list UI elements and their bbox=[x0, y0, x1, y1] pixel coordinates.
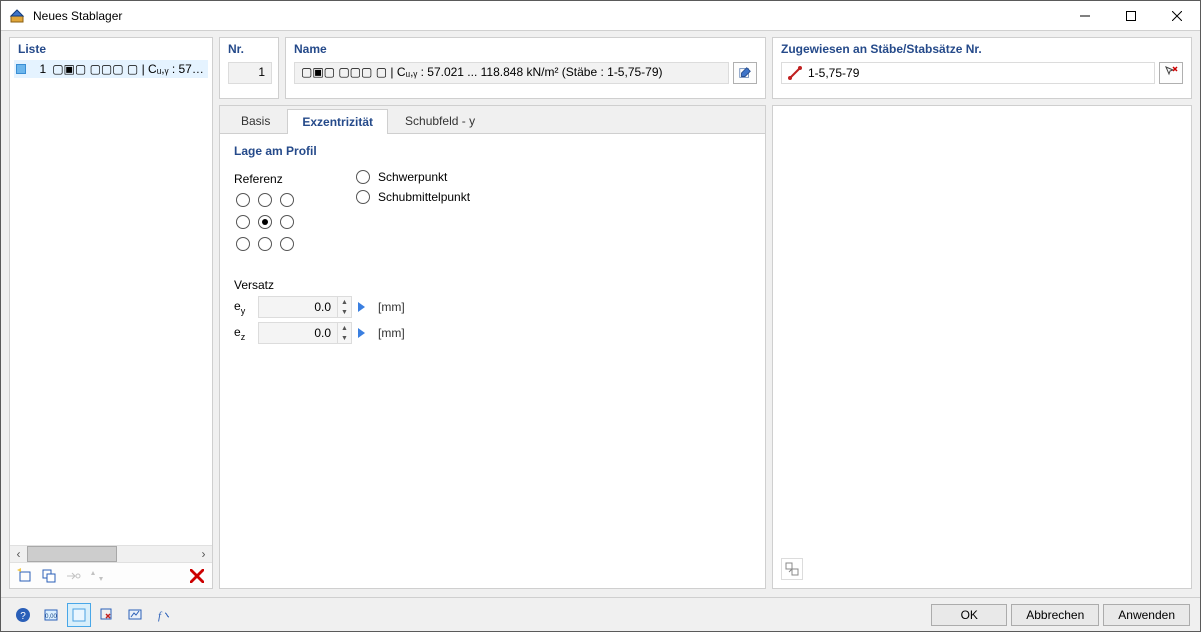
list-item[interactable]: 1 ▢▣▢ ▢▢▢ ▢ | Cᵤ,ᵧ : 57.021 .. bbox=[14, 60, 208, 78]
referenz-label: Referenz bbox=[234, 172, 296, 186]
ok-button[interactable]: OK bbox=[931, 604, 1007, 626]
anchor-top-center[interactable] bbox=[258, 193, 272, 207]
ey-input[interactable] bbox=[258, 296, 338, 318]
tab-strip: Basis Exzentrizität Schubfeld - y bbox=[220, 106, 765, 134]
assigned-value: 1-5,75-79 bbox=[808, 66, 859, 80]
ez-input[interactable] bbox=[258, 322, 338, 344]
item-text: ▢▣▢ ▢▢▢ ▢ | Cᵤ,ᵧ : 57.021 .. bbox=[52, 62, 206, 76]
svg-text:0,00: 0,00 bbox=[45, 614, 57, 620]
preview-panel bbox=[772, 105, 1192, 589]
label-schwerpunkt: Schwerpunkt bbox=[378, 170, 447, 184]
pick-tool-button[interactable] bbox=[95, 603, 119, 627]
anchor-mid-left[interactable] bbox=[236, 215, 250, 229]
minimize-button[interactable] bbox=[1062, 1, 1108, 31]
maximize-button[interactable] bbox=[1108, 1, 1154, 31]
titlebar: Neues Stablager bbox=[1, 1, 1200, 31]
scroll-left-icon[interactable]: ‹ bbox=[10, 546, 27, 562]
assigned-box: Zugewiesen an Stäbe/Stabsätze Nr. 1-5,75… bbox=[772, 37, 1192, 99]
assigned-field[interactable]: 1-5,75-79 bbox=[781, 62, 1155, 84]
nr-box: Nr. 1 bbox=[219, 37, 279, 99]
list-header: Liste bbox=[10, 38, 212, 58]
dialog-window: Neues Stablager Liste 1 ▢▣▢ ▢▢▢ ▢ | Cᵤ,ᵧ… bbox=[0, 0, 1201, 632]
scroll-thumb[interactable] bbox=[27, 546, 117, 562]
assign-button bbox=[62, 565, 84, 587]
nr-field[interactable]: 1 bbox=[228, 62, 272, 84]
window-title: Neues Stablager bbox=[33, 9, 122, 23]
nr-label: Nr. bbox=[228, 42, 270, 56]
scroll-right-icon[interactable]: › bbox=[195, 546, 212, 562]
radio-schwerpunkt[interactable] bbox=[356, 170, 370, 184]
new-item-button[interactable] bbox=[14, 565, 36, 587]
ey-play-icon[interactable] bbox=[358, 302, 365, 312]
ey-label: ey bbox=[234, 299, 258, 315]
list-toolbar bbox=[10, 562, 212, 588]
ez-label: ez bbox=[234, 325, 258, 341]
script-button[interactable]: f bbox=[151, 603, 175, 627]
members-icon bbox=[788, 66, 802, 80]
help-button[interactable]: ? bbox=[11, 603, 35, 627]
preview-options-button[interactable] bbox=[781, 558, 803, 580]
radio-schubmittelpunkt[interactable] bbox=[356, 190, 370, 204]
anchor-top-left[interactable] bbox=[236, 193, 250, 207]
name-field[interactable]: ▢▣▢ ▢▢▢ ▢ | Cᵤ,ᵧ : 57.021 ... 118.848 kN… bbox=[294, 62, 729, 84]
versatz-label: Versatz bbox=[234, 278, 751, 292]
app-icon bbox=[9, 8, 25, 24]
ey-unit: [mm] bbox=[378, 300, 412, 314]
tabs-panel: Basis Exzentrizität Schubfeld - y Lage a… bbox=[219, 105, 766, 589]
tab-schubfeld-y[interactable]: Schubfeld - y bbox=[390, 108, 490, 133]
group-title: Lage am Profil bbox=[234, 144, 751, 158]
list-area[interactable]: 1 ▢▣▢ ▢▢▢ ▢ | Cᵤ,ᵧ : 57.021 .. bbox=[10, 58, 212, 545]
list-h-scrollbar[interactable]: ‹ › bbox=[10, 545, 212, 562]
anchor-mid-right[interactable] bbox=[280, 215, 294, 229]
anchor-bot-right[interactable] bbox=[280, 237, 294, 251]
name-edit-button[interactable] bbox=[733, 62, 757, 84]
name-box: Name ▢▣▢ ▢▢▢ ▢ | Cᵤ,ᵧ : 57.021 ... 118.8… bbox=[285, 37, 766, 99]
cancel-button[interactable]: Abbrechen bbox=[1011, 604, 1099, 626]
sort-button bbox=[86, 565, 108, 587]
svg-text:?: ? bbox=[20, 611, 26, 622]
svg-text:f: f bbox=[158, 610, 163, 622]
item-color-icon bbox=[16, 64, 26, 74]
view-button[interactable] bbox=[123, 603, 147, 627]
tab-content: Lage am Profil Referenz bbox=[220, 134, 765, 588]
name-label: Name bbox=[294, 42, 757, 56]
ez-spinner[interactable]: ▲▼ bbox=[338, 322, 352, 344]
label-schubmittelpunkt: Schubmittelpunkt bbox=[378, 190, 470, 204]
ey-spinner[interactable]: ▲▼ bbox=[338, 296, 352, 318]
anchor-bot-center[interactable] bbox=[258, 237, 272, 251]
delete-item-button[interactable] bbox=[186, 565, 208, 587]
list-panel: Liste 1 ▢▣▢ ▢▢▢ ▢ | Cᵤ,ᵧ : 57.021 .. ‹ › bbox=[9, 37, 213, 589]
bottom-bar: ? 0,00 f OK Abbrechen Anwenden bbox=[1, 597, 1200, 631]
tab-basis[interactable]: Basis bbox=[226, 108, 285, 133]
display-mode-button[interactable] bbox=[67, 603, 91, 627]
anchor-top-right[interactable] bbox=[280, 193, 294, 207]
anchor-radio-grid bbox=[234, 190, 296, 254]
units-button[interactable]: 0,00 bbox=[39, 603, 63, 627]
apply-button[interactable]: Anwenden bbox=[1103, 604, 1190, 626]
tab-exzentrizitaet[interactable]: Exzentrizität bbox=[287, 109, 388, 134]
assigned-label: Zugewiesen an Stäbe/Stabsätze Nr. bbox=[781, 42, 1183, 56]
anchor-mid-center[interactable] bbox=[258, 215, 272, 229]
pick-members-button[interactable] bbox=[1159, 62, 1183, 84]
duplicate-item-button[interactable] bbox=[38, 565, 60, 587]
ez-unit: [mm] bbox=[378, 326, 412, 340]
item-index: 1 bbox=[32, 62, 46, 76]
anchor-bot-left[interactable] bbox=[236, 237, 250, 251]
close-button[interactable] bbox=[1154, 1, 1200, 31]
ez-play-icon[interactable] bbox=[358, 328, 365, 338]
